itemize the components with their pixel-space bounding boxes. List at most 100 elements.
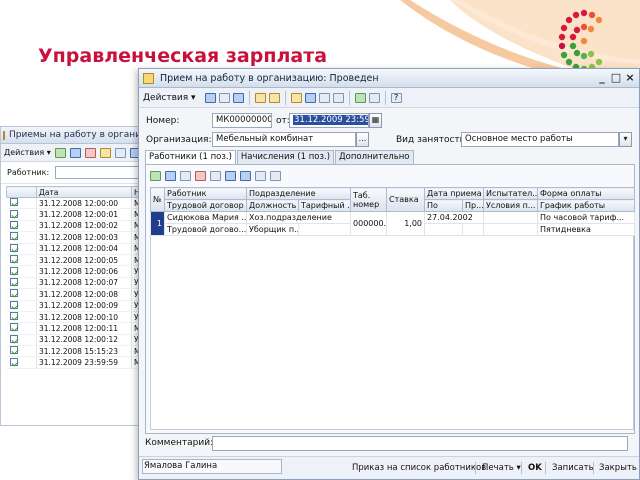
dt-kt-icon[interactable] (318, 92, 330, 103)
journal-row[interactable]: 31.12.2008 12:00:07 У (6, 277, 147, 290)
journal-row-date[interactable]: 31.12.2008 12:00:02 (36, 220, 132, 233)
grid-cell-payment-form[interactable]: По часовой тариф... (537, 211, 636, 224)
grid-col-tariff[interactable]: Тарифный ... (297, 199, 352, 212)
structure-icon[interactable] (232, 92, 244, 103)
grid-col-contract[interactable]: Трудовой договор (164, 199, 247, 212)
grid-cell-department[interactable]: Хоз.подразделение (245, 211, 352, 224)
number-field[interactable]: МК000000001 (212, 113, 272, 128)
grid-col-to[interactable]: По (424, 199, 464, 212)
journal-row-date[interactable]: 31.12.2008 12:00:03 (36, 231, 132, 244)
journal-row[interactable]: 31.12.2008 12:00:09 У (6, 300, 147, 312)
grid-row-number[interactable]: 1 (150, 211, 165, 236)
grid-col-hire-date[interactable]: Дата приема (424, 187, 485, 200)
journal-row-date[interactable]: 31.12.2008 12:00:09 (36, 300, 132, 312)
grid-col-position[interactable]: Должность (246, 199, 299, 212)
journal-row[interactable]: 31.12.2008 12:00:04М (6, 243, 147, 255)
journal-row[interactable]: 31.12.2008 12:00:01М (6, 208, 147, 221)
grid-col-number[interactable]: № (150, 187, 165, 212)
grid-cell-hire-date[interactable]: 27.04.2002 (424, 211, 485, 224)
copy-icon[interactable] (69, 147, 81, 158)
move-icon[interactable] (304, 92, 316, 103)
list-icon[interactable] (332, 92, 344, 103)
tab-employees[interactable]: Работники (1 поз.) (145, 150, 236, 165)
employee-filter-input[interactable] (55, 166, 146, 179)
journal-row-date[interactable]: 31.12.2008 12:00:12 (36, 334, 132, 347)
delete-icon[interactable] (84, 147, 96, 158)
grid-col-rate[interactable]: Ставка (386, 187, 426, 212)
check-icon[interactable] (354, 92, 366, 103)
journal-row[interactable]: 31.12.2008 12:00:03М (6, 231, 147, 244)
interval-icon[interactable] (114, 147, 126, 158)
journal-row[interactable]: 31.12.2008 12:00:06 У (6, 265, 147, 278)
employment-type-select[interactable]: Основное место работы (461, 132, 619, 147)
journal-row-date[interactable]: 31.12.2008 12:00:08 (36, 288, 132, 301)
journal-row-date[interactable]: 31.12.2009 23:59:59 (36, 356, 132, 369)
grid-col-schedule[interactable]: График работы (537, 199, 636, 212)
journal-row[interactable]: 31.12.2008 12:00:00М (6, 197, 147, 210)
order-list-button[interactable]: Приказ на список работников (348, 460, 490, 476)
sort-asc-icon[interactable] (255, 171, 266, 181)
journal-row[interactable]: 31.12.2008 12:00:08 У (6, 288, 147, 301)
journal-row-date[interactable]: 31.12.2008 12:00:11 (36, 322, 132, 335)
journal-col-date[interactable]: Дата (36, 186, 132, 198)
grid-cell-probation[interactable] (483, 211, 539, 224)
create-based-on-icon[interactable] (290, 92, 302, 103)
help-button[interactable]: ? (390, 92, 402, 103)
tab-accruals[interactable]: Начисления (1 поз.) (236, 150, 335, 164)
calendar-button[interactable]: ▦ (369, 113, 382, 128)
save-post-icon[interactable] (254, 92, 266, 103)
journal-row[interactable]: 31.12.2008 12:00:12 У (6, 334, 147, 347)
tab-additional[interactable]: Дополнительно (335, 150, 414, 164)
add-row-icon[interactable] (150, 171, 161, 181)
journal-row-date[interactable]: 31.12.2008 15:15:23 (36, 345, 132, 358)
move-up-icon[interactable] (225, 171, 236, 181)
journal-actions-menu[interactable]: Действия ▾ (4, 148, 51, 157)
journal-row[interactable]: 31.12.2008 12:00:11М (6, 322, 147, 335)
date-field[interactable]: 31.12.2009 23:59:59 (289, 113, 369, 128)
journal-window-titlebar[interactable]: Приемы на работу в организа (1, 127, 149, 144)
grid-cell-rate[interactable]: 1,00 (386, 211, 426, 236)
journal-row-date[interactable]: 31.12.2008 12:00:06 (36, 265, 132, 278)
grid-row-1-top[interactable]: 1 Сидюкова Мария ... Хоз.подразделение 0… (150, 211, 636, 236)
comment-input[interactable] (212, 436, 628, 451)
grid-cell-employee[interactable]: Сидюкова Мария ... (164, 211, 247, 224)
grid-col-probation[interactable]: Испытател... (483, 187, 539, 200)
journal-row-date[interactable]: 31.12.2008 12:00:04 (36, 243, 132, 255)
close-window-button[interactable]: × (623, 72, 637, 84)
save-button[interactable]: Записать (548, 460, 598, 476)
grid-col-payment-form[interactable]: Форма оплаты (537, 187, 636, 200)
grid-cell-tab-number[interactable]: 000000... (350, 211, 388, 236)
organization-select-button[interactable]: ... (356, 132, 369, 147)
add-icon[interactable] (54, 147, 66, 158)
refresh-icon[interactable] (218, 92, 230, 103)
maximize-button[interactable]: □ (609, 72, 623, 84)
edit-row-icon[interactable] (180, 171, 191, 181)
print-button[interactable]: Печать ▾ (478, 460, 525, 476)
journal-row-date[interactable]: 31.12.2008 12:00:07 (36, 277, 132, 290)
sort-desc-icon[interactable] (270, 171, 281, 181)
journal-col-icon[interactable] (6, 186, 37, 198)
journal-row[interactable]: 31.12.2009 23:59:59М (6, 356, 147, 369)
grid-cell-to[interactable] (424, 223, 464, 236)
close-button[interactable]: Закрыть (595, 460, 639, 476)
grid-col-conditions[interactable]: Условия п... (483, 199, 539, 212)
form-actions-menu[interactable]: Действия ▾ (143, 93, 196, 103)
copy-row-icon[interactable] (165, 171, 176, 181)
move-down-icon[interactable] (240, 171, 251, 181)
journal-row[interactable]: 31.12.2008 12:00:02М (6, 220, 147, 233)
grid-col-tab-number[interactable]: Таб. номер (350, 187, 388, 212)
grid-cell-pr[interactable] (462, 223, 485, 236)
grid-cell-contract[interactable]: Трудовой догово... (164, 223, 247, 236)
grid-col-pr[interactable]: Пр... (462, 199, 485, 212)
ok-button[interactable]: OK (524, 460, 546, 476)
journal-row-date[interactable]: 31.12.2008 12:00:05 (36, 254, 132, 267)
journal-row-date[interactable]: 31.12.2008 12:00:00 (36, 197, 132, 210)
grid-cell-tariff[interactable] (297, 223, 352, 236)
employment-dropdown-button[interactable]: ▾ (619, 132, 632, 147)
form-titlebar[interactable]: Прием на работу в организацию: Проведен … (139, 69, 639, 88)
journal-row[interactable]: 31.12.2008 15:15:23М (6, 345, 147, 358)
end-edit-icon[interactable] (210, 171, 221, 181)
table-icon[interactable] (368, 92, 380, 103)
journal-row[interactable]: 31.12.2008 12:00:10 У (6, 311, 147, 324)
grid-col-employee[interactable]: Работник (164, 187, 247, 200)
